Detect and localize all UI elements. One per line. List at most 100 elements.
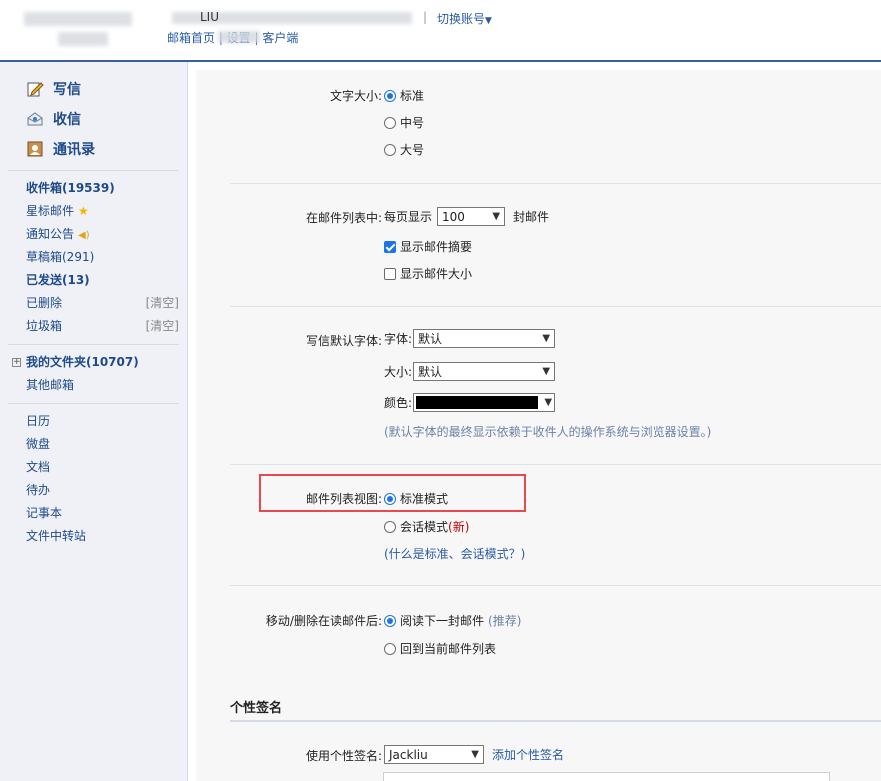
sidebar-divider [8,344,179,345]
checkbox[interactable] [384,267,396,280]
clear-deleted-link[interactable]: [清空] [146,292,179,315]
chevron-down-icon: ▼ [542,333,551,344]
after-move-delete-label: 移动/删除在读邮件后: [265,614,382,628]
sidebar-item-notes[interactable]: 记事本 [0,502,187,525]
section-divider [230,306,881,307]
switch-account-link[interactable]: 切换账号▼ [437,10,492,27]
sidebar-item-label: 微盘 [26,437,51,451]
show-summary-option[interactable]: 显示邮件摘要 [384,238,472,255]
read-next-option[interactable]: 阅读下一封邮件 (推荐) [384,612,521,629]
font-family-label: 字体: [384,332,413,346]
settings-panel: 文字大小: 标准 中号 大号 在邮件列表中: 每页显示 100 ▼ 封邮件 显示邮… [196,70,881,781]
header-links-blur [218,31,260,43]
chevron-down-icon: ▼ [492,211,501,222]
signature-row: Jackliu ▼ 添加个性签名 [384,745,564,764]
show-size-option[interactable]: 显示邮件大小 [384,265,472,282]
select-value: 默认 [418,332,443,346]
option-label: 阅读下一封邮件 [400,614,485,628]
sidebar-contacts[interactable]: 通讯录 [0,134,187,164]
sidebar-item-inbox[interactable]: 收件箱(19539) [0,177,187,200]
font-size-default-select[interactable]: 默认 ▼ [413,362,556,381]
sidebar-item-notices[interactable]: 通知公告 ◀) [0,223,187,246]
account-name: LIU [200,10,220,24]
header-separator: | [423,10,428,24]
font-size-large-option[interactable]: 大号 [384,141,424,158]
sidebar-item-label: 文档 [26,460,51,474]
top-header: LIU | 切换账号▼ 邮箱首页 | 设置 | 客户端 [0,0,881,62]
sidebar-item-label: 垃圾箱 [26,319,63,333]
list-view-help-link[interactable]: (什么是标准、会话模式？) [384,545,525,562]
sidebar-item-label: 我的文件夹(10707) [26,355,139,369]
per-page-suffix: 封邮件 [513,210,550,224]
radio[interactable] [384,143,396,156]
radio[interactable] [384,116,396,129]
sidebar-item-label: 记事本 [26,506,63,520]
star-icon: ★ [78,204,89,218]
sidebar-item-drive[interactable]: 微盘 [0,433,187,456]
radio[interactable] [384,642,396,655]
option-label: 回到当前邮件列表 [400,642,497,656]
logo-blurred [24,12,132,26]
default-font-label: 写信默认字体: [305,334,382,348]
radio-selected[interactable] [384,89,396,102]
sidebar-item-label: 文件中转站 [26,529,87,543]
chevron-down-icon: ▼ [544,397,553,408]
font-size-medium-option[interactable]: 中号 [384,114,424,131]
signature-editor[interactable] [383,772,830,781]
speaker-icon: ◀) [78,230,90,241]
sidebar-item-starred[interactable]: 星标邮件 ★ [0,200,187,223]
option-label: 大号 [400,143,425,157]
expand-plus-icon[interactable]: + [12,358,21,367]
font-size-standard-option[interactable]: 标准 [384,87,424,104]
sidebar-item-drafts[interactable]: 草稿箱(291) [0,246,187,269]
sidebar-receive[interactable]: 收信 [0,104,187,134]
checkbox-checked[interactable] [384,240,396,253]
contacts-icon [26,140,44,158]
default-font-hint: (默认字体的最终显示依赖于收件人的操作系统与浏览器设置。) [384,425,712,439]
sidebar-item-label: 已删除 [26,296,63,310]
color-swatch [416,396,539,409]
sidebar-item-todo[interactable]: 待办 [0,479,187,502]
font-size-label: 文字大小: [329,89,382,103]
sidebar-item-my-folders[interactable]: + 我的文件夹(10707) [0,351,187,374]
chevron-down-icon: ▼ [471,749,479,760]
sidebar-item-other-mail[interactable]: 其他邮箱 [0,374,187,397]
font-color-label: 颜色: [384,396,413,410]
sidebar-item-label: 收件箱(19539) [26,181,115,195]
sidebar-item-deleted[interactable]: 已删除 [清空] [0,292,187,315]
back-to-list-option[interactable]: 回到当前邮件列表 [384,640,496,657]
sidebar-receive-label: 收信 [53,112,81,128]
sidebar-item-sent[interactable]: 已发送(13) [0,269,187,292]
section-divider [230,183,881,184]
signature-section-divider [230,720,881,722]
new-badge: (新) [448,520,470,534]
font-color-select[interactable]: ▼ [413,393,556,412]
list-view-conversation-option[interactable]: 会话模式 (新) [384,518,469,535]
add-signature-link[interactable]: 添加个性签名 [492,746,564,763]
option-label: 显示邮件摘要 [400,240,473,254]
compose-icon [26,80,44,98]
sidebar-item-label: 已发送(13) [26,273,90,287]
radio[interactable] [384,520,396,533]
signature-select[interactable]: Jackliu ▼ [384,745,484,764]
sidebar-item-spam[interactable]: 垃圾箱 [清空] [0,315,187,338]
sidebar-item-file-transfer[interactable]: 文件中转站 [0,525,187,548]
font-color-row: 颜色: ▼ [384,393,556,412]
sidebar-contacts-label: 通讯录 [53,142,95,158]
signature-label: 使用个性签名: [305,749,382,763]
option-label: 显示邮件大小 [400,267,473,281]
sidebar-compose-label: 写信 [53,82,81,98]
font-family-select[interactable]: 默认 ▼ [413,329,556,348]
radio-selected[interactable] [384,614,396,627]
signature-section-title: 个性签名 [230,701,283,716]
sidebar-item-label: 待办 [26,483,51,497]
per-page-select[interactable]: 100 ▼ [437,207,506,226]
sidebar-item-label: 星标邮件 [26,204,75,218]
chevron-down-icon: ▼ [542,366,551,377]
sidebar-item-docs[interactable]: 文档 [0,456,187,479]
clear-spam-link[interactable]: [清空] [146,315,179,338]
section-divider [230,585,881,586]
sidebar-compose[interactable]: 写信 [0,74,187,104]
font-size-default-row: 大小: 默认 ▼ [384,362,556,381]
sidebar-item-calendar[interactable]: 日历 [0,410,187,433]
